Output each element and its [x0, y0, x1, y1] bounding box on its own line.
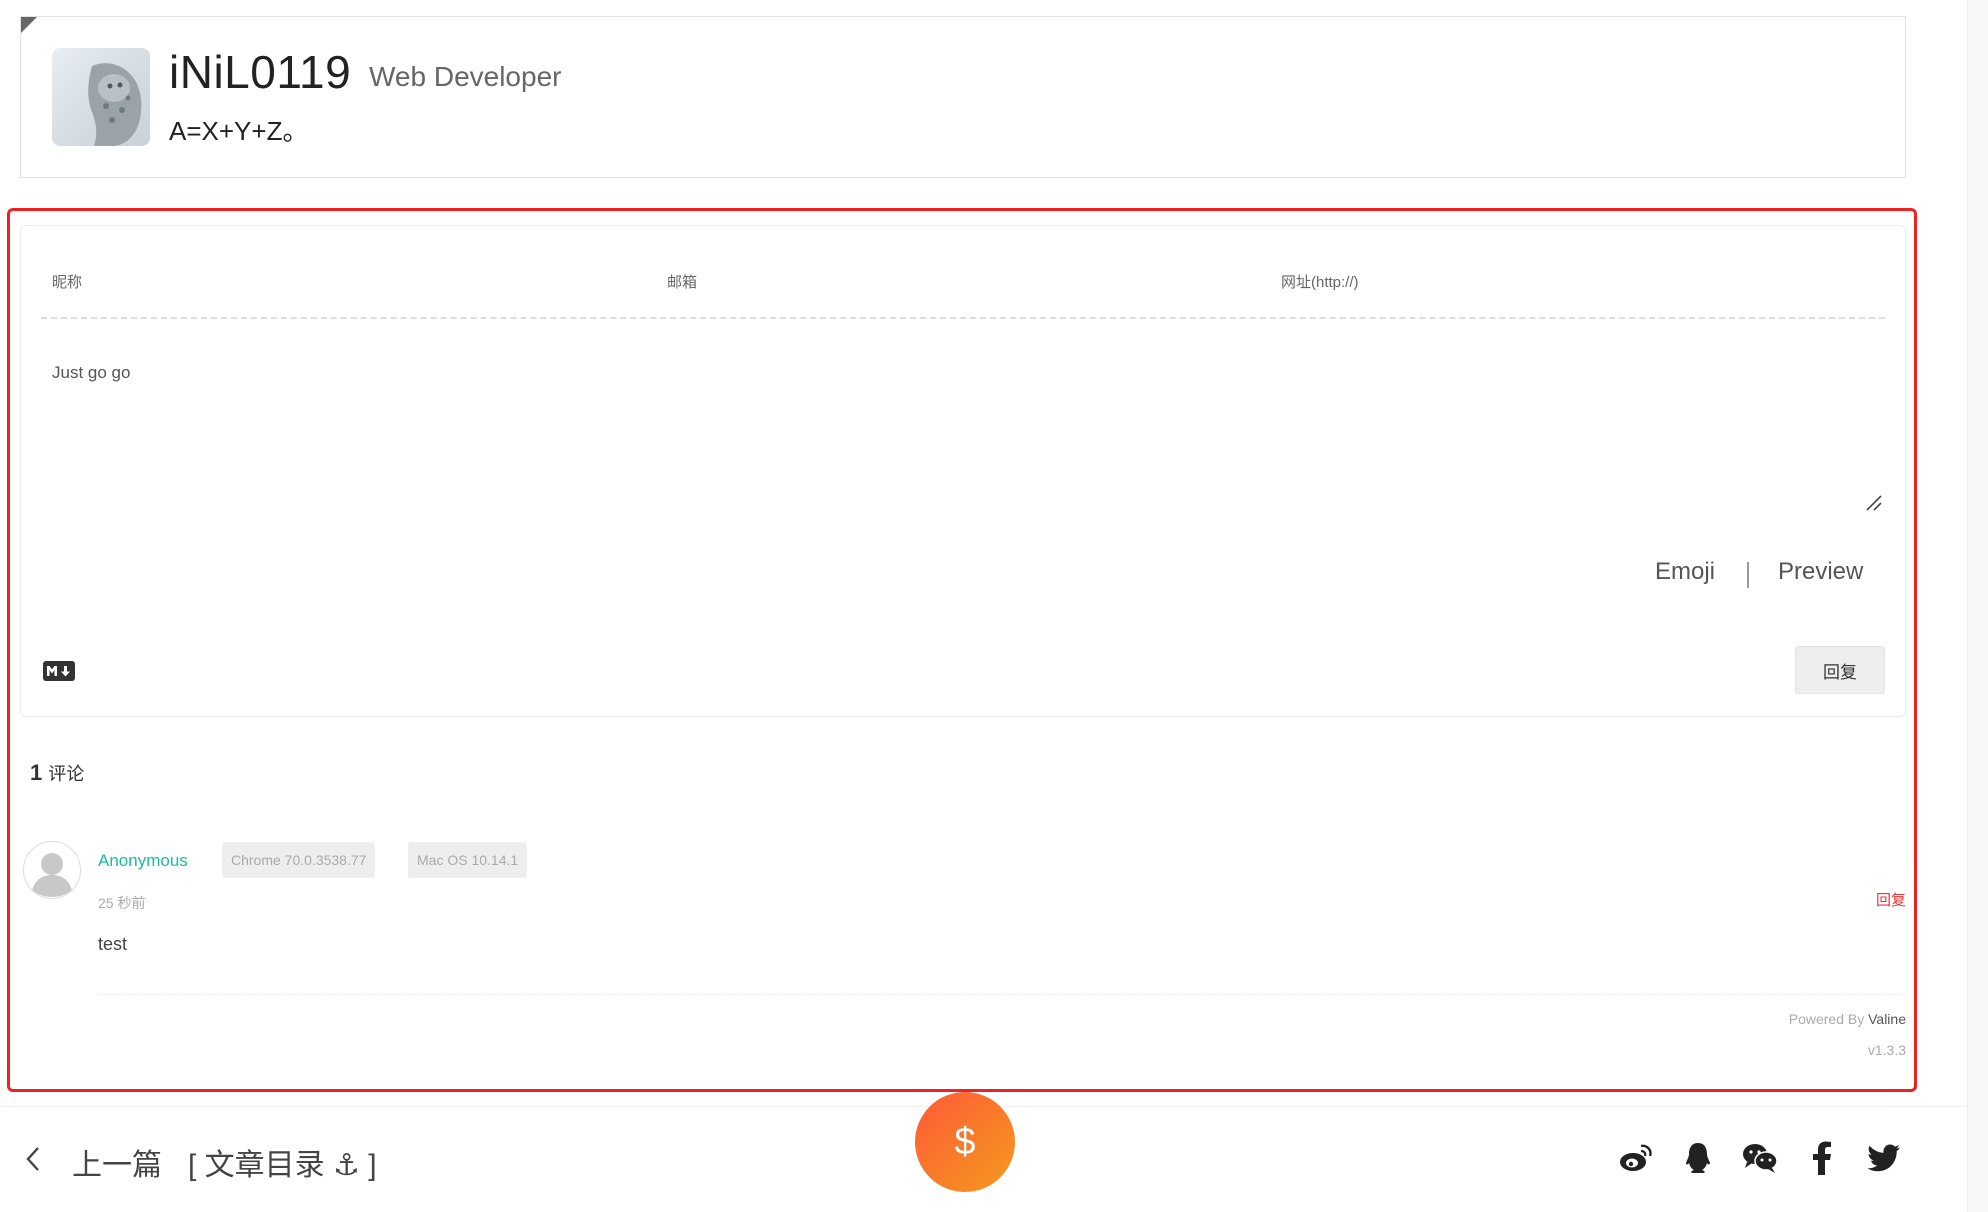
qq-icon[interactable]: [1680, 1140, 1716, 1176]
weibo-icon[interactable]: [1618, 1140, 1654, 1176]
submit-button[interactable]: 回复: [1795, 646, 1885, 694]
browser-badge: Chrome 70.0.3538.77: [222, 842, 376, 878]
tool-separator: [1747, 562, 1749, 588]
comment-count-number: 1: [30, 760, 43, 785]
corner-marker: [21, 17, 37, 33]
comment-count-label: 评论: [48, 764, 85, 784]
author-motto: A=X+Y+Z。: [169, 116, 309, 146]
toc-link[interactable]: [ 文章目录 ⚓ ]: [188, 1140, 377, 1184]
field-divider: [41, 317, 1885, 319]
chevron-left-icon: [24, 1144, 42, 1181]
author-role: Web Developer: [369, 61, 562, 92]
facebook-icon[interactable]: [1804, 1140, 1840, 1176]
powered-prefix: Powered By: [1788, 1011, 1869, 1027]
version-label: v1.3.3: [1867, 1042, 1906, 1058]
donate-button[interactable]: $: [915, 1092, 1015, 1192]
comment-item: Anonymous Chrome 70.0.3538.77 Mac OS 10.…: [20, 834, 1906, 1014]
author-card: iNiL0119 Web Developer A=X+Y+Z。: [20, 16, 1906, 178]
comment-time: 25 秒前: [98, 895, 146, 911]
comment-textarea[interactable]: Just go go: [52, 363, 130, 383]
prev-post-link[interactable]: 上一篇: [24, 1140, 162, 1184]
user-avatar-icon: [23, 841, 81, 899]
comment-body: test: [98, 934, 128, 954]
nick-field[interactable]: 昵称: [52, 271, 82, 292]
emoji-toggle[interactable]: Emoji: [1655, 558, 1715, 586]
comment-form: 昵称 邮箱 网址(http://) Just go go Emoji Previ…: [20, 225, 1906, 717]
reply-link[interactable]: 回复: [1876, 889, 1906, 910]
os-badge: Mac OS 10.14.1: [408, 842, 528, 878]
link-field[interactable]: 网址(http://): [1281, 271, 1359, 292]
powered-by: Powered By Valine: [1789, 1011, 1906, 1027]
preview-toggle[interactable]: Preview: [1778, 558, 1863, 586]
scrollbar[interactable]: [1967, 0, 1988, 1212]
resize-handle-icon[interactable]: [1865, 494, 1883, 512]
author-name: iNiL0119: [169, 46, 352, 98]
powered-brand[interactable]: Valine: [1868, 1011, 1906, 1027]
comment-nick[interactable]: Anonymous: [98, 851, 188, 871]
twitter-icon[interactable]: [1866, 1140, 1902, 1176]
prev-post-label: 上一篇: [72, 1149, 162, 1182]
comment-divider: [98, 994, 1906, 995]
author-avatar: [52, 48, 150, 146]
mail-field[interactable]: 邮箱: [667, 271, 697, 292]
comment-count: 1 评论: [30, 760, 84, 786]
wechat-icon[interactable]: [1742, 1140, 1778, 1176]
markdown-icon[interactable]: [43, 661, 75, 681]
